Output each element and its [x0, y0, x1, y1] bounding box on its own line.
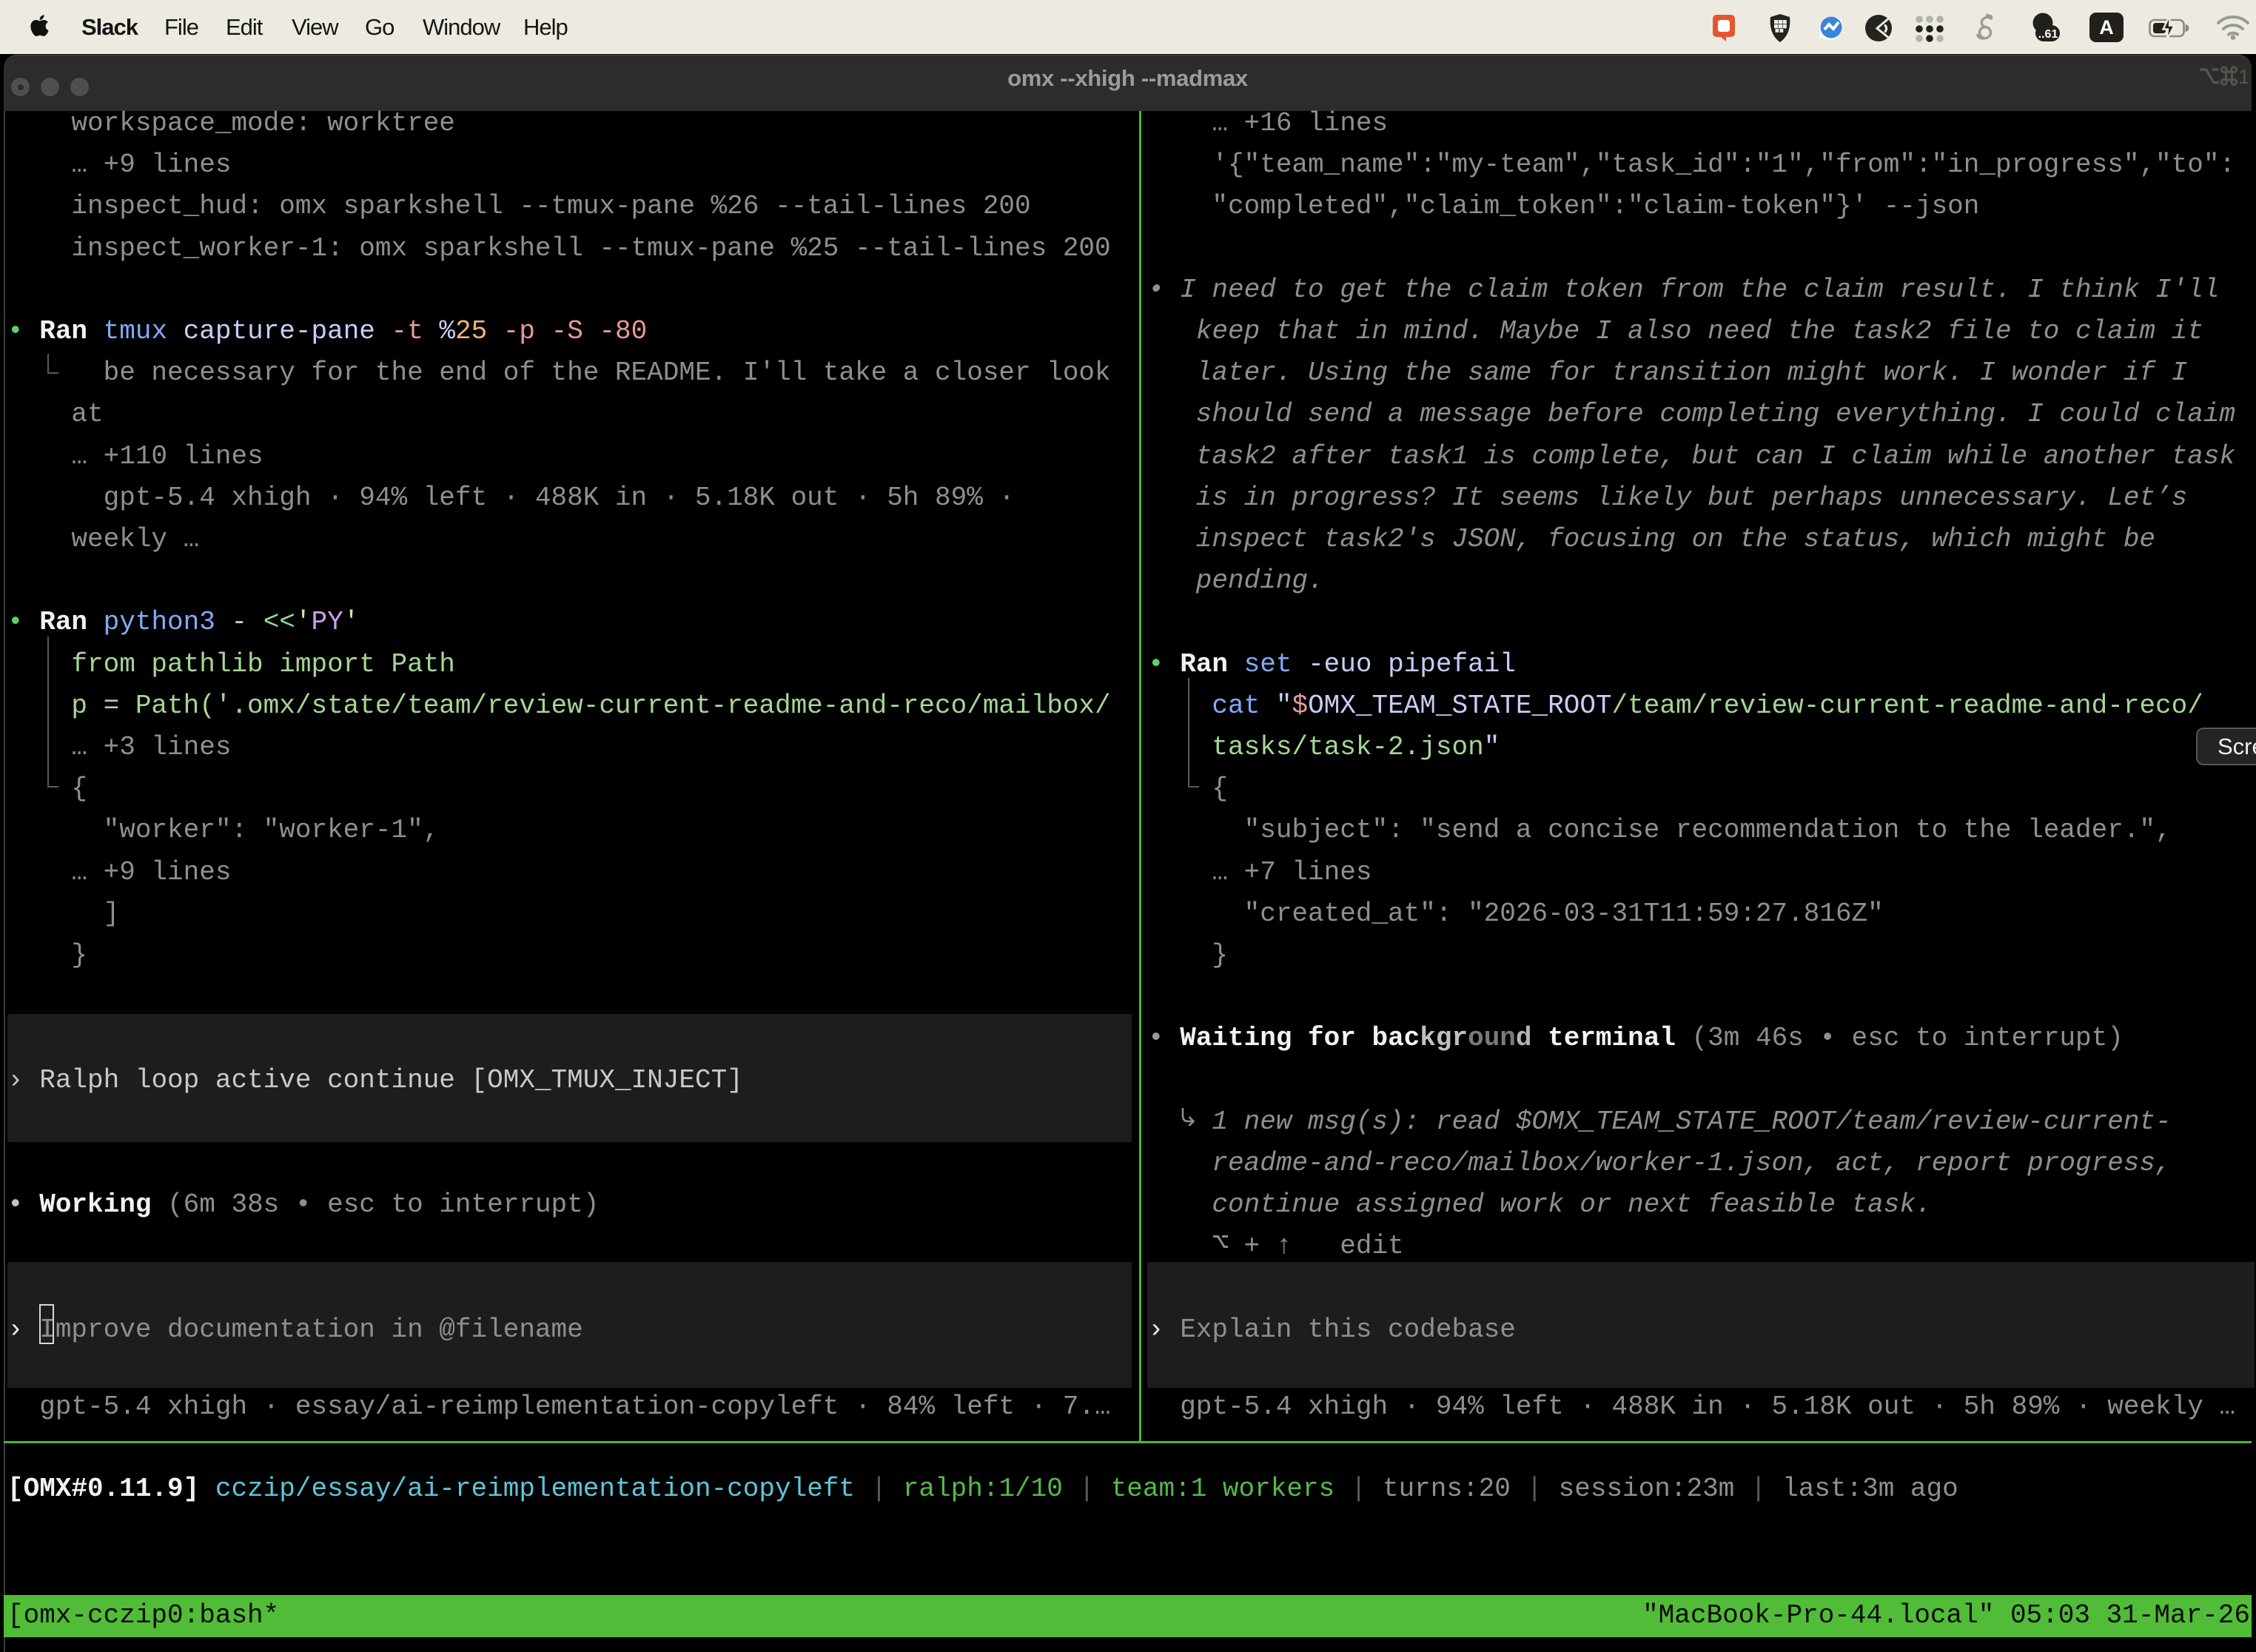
svg-text:1: 1 — [2238, 66, 2248, 87]
svg-text:..61: ..61 — [2038, 28, 2058, 41]
